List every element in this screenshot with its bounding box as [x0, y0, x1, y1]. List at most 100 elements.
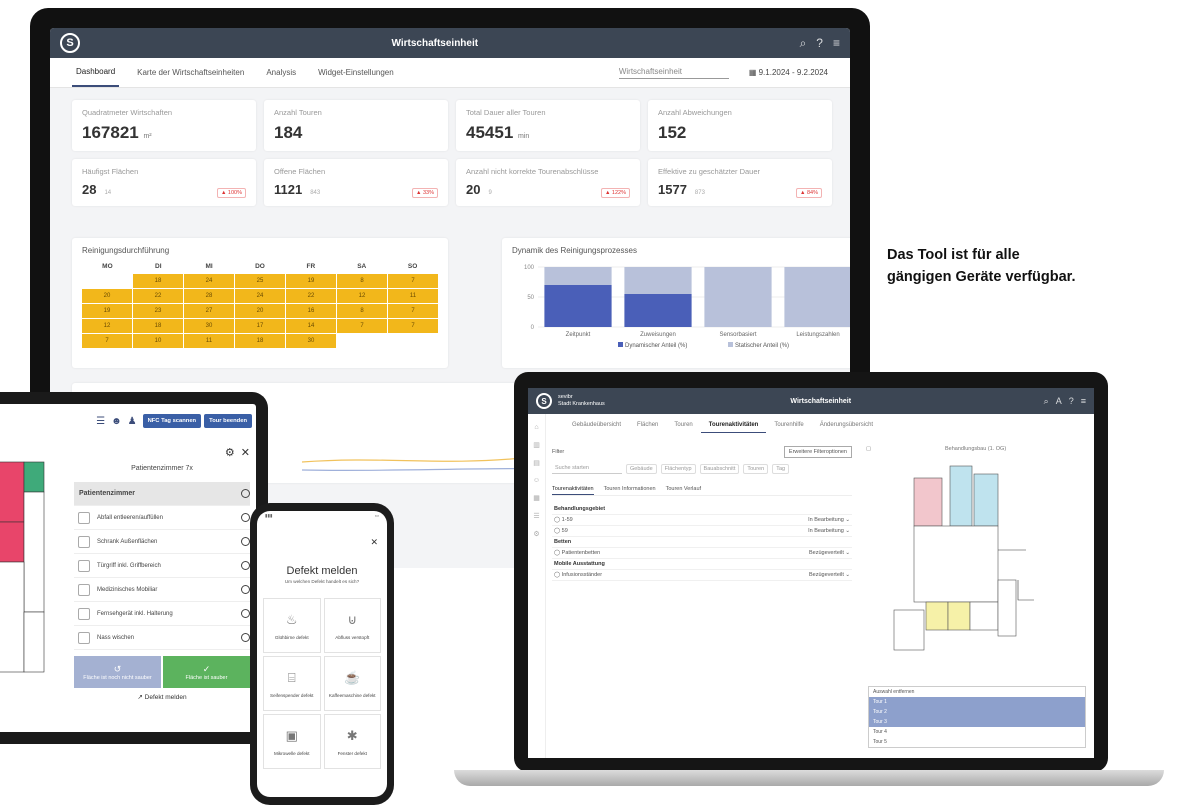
- menu-icon[interactable]: ≡: [833, 36, 840, 50]
- calendar-day[interactable]: 20: [235, 304, 285, 318]
- calendar-day[interactable]: 11: [184, 334, 234, 348]
- dropdown-option[interactable]: Tour 2: [869, 707, 1085, 717]
- tab-tourenaktivitaeten[interactable]: Tourenaktivitäten: [700, 418, 767, 433]
- calendar-day[interactable]: 10: [133, 334, 183, 348]
- filter-chip[interactable]: Flächentyp: [660, 464, 696, 474]
- dropdown-option[interactable]: Tour 3: [869, 717, 1085, 727]
- menu-icon[interactable]: ≡: [1081, 396, 1086, 406]
- user-icon[interactable]: ☺: [528, 477, 545, 484]
- checklist-icon[interactable]: ☰: [96, 416, 105, 427]
- filter-options-button[interactable]: Erweitere Filteroptionen: [783, 446, 852, 458]
- user-alert-icon[interactable]: ♟: [128, 416, 137, 427]
- table-row[interactable]: ◯ Infusionsständer Bezügeverteilt ⌄: [552, 569, 852, 581]
- dropdown-option[interactable]: Tour 5: [869, 737, 1085, 747]
- end-tour-button[interactable]: Tour beenden: [204, 414, 252, 428]
- calendar-day[interactable]: 12: [337, 289, 387, 303]
- language-icon[interactable]: A: [1056, 396, 1062, 406]
- filter-chip[interactable]: Tag: [772, 464, 790, 474]
- tab-tourenhilfe[interactable]: Tourenhilfe: [766, 418, 811, 433]
- tab-dashboard[interactable]: Dashboard: [72, 58, 120, 87]
- calendar-day[interactable]: 23: [133, 304, 183, 318]
- calendar-day[interactable]: 7: [388, 274, 438, 288]
- tab-widget-settings[interactable]: Widget-Einstellungen: [314, 59, 398, 86]
- table-group-row[interactable]: Mobile Ausstattung: [552, 558, 852, 570]
- radio-button[interactable]: [241, 561, 250, 570]
- radio-button[interactable]: [241, 489, 250, 498]
- defect-tile[interactable]: ♨ Glühbirne defekt: [263, 598, 321, 653]
- clean-button[interactable]: ✓ Fläche ist sauber: [163, 656, 250, 688]
- tab-aenderungen[interactable]: Änderungsübersicht: [812, 418, 881, 433]
- task-item[interactable]: Fernsehgerät inkl. Halterung: [74, 602, 250, 626]
- calendar-day[interactable]: 8: [337, 304, 387, 318]
- calendar-day[interactable]: 18: [133, 319, 183, 333]
- task-item[interactable]: Nass wischen: [74, 626, 250, 650]
- calendar-day[interactable]: 14: [286, 319, 336, 333]
- filter-chip[interactable]: Gebäude: [626, 464, 657, 474]
- calendar-day[interactable]: 28: [184, 289, 234, 303]
- calendar-day[interactable]: 24: [184, 274, 234, 288]
- tab-flaechen[interactable]: Flächen: [629, 418, 666, 433]
- tab-karte[interactable]: Karte der Wirtschaftseinheiten: [133, 59, 248, 86]
- calendar-day[interactable]: 16: [286, 304, 336, 318]
- tab-touren[interactable]: Touren: [666, 418, 700, 433]
- table-row[interactable]: ◯ Patientenbetten Bezügeverteilt ⌄: [552, 547, 852, 559]
- defect-tile[interactable]: ⌸ Seifenspender defekt: [263, 656, 321, 711]
- table-row[interactable]: ◯ 59 In Bearbeitung ⌄: [552, 525, 852, 537]
- help-icon[interactable]: ?: [816, 36, 823, 50]
- calendar-day[interactable]: 22: [286, 289, 336, 303]
- dropdown-option[interactable]: Auswahl entfernen: [869, 687, 1085, 697]
- table-group-row[interactable]: Behandlungsgebiet: [552, 504, 852, 515]
- calendar-icon[interactable]: ▦: [528, 494, 545, 502]
- dropdown-option[interactable]: Tour 4: [869, 727, 1085, 737]
- calendar-day[interactable]: 18: [235, 334, 285, 348]
- report-defect-link[interactable]: ↗ Defekt melden: [74, 693, 250, 701]
- task-item[interactable]: Türgriff inkl. Griffbereich: [74, 554, 250, 578]
- calendar-day[interactable]: 18: [133, 274, 183, 288]
- close-icon[interactable]: ✕: [241, 446, 250, 459]
- table-row[interactable]: ◯ 1-59 In Bearbeitung ⌄: [552, 514, 852, 526]
- calendar-day[interactable]: 7: [388, 319, 438, 333]
- help-icon[interactable]: ?: [1069, 396, 1074, 406]
- building-icon[interactable]: ▥: [528, 441, 545, 449]
- calendar-day[interactable]: 30: [184, 319, 234, 333]
- calendar-day[interactable]: 25: [235, 274, 285, 288]
- calendar-day[interactable]: 7: [82, 334, 132, 348]
- calendar-day[interactable]: 27: [184, 304, 234, 318]
- calendar-day[interactable]: 22: [133, 289, 183, 303]
- subtab-activities[interactable]: Tourenaktivitäten: [552, 484, 594, 495]
- search-icon[interactable]: ⌕: [800, 36, 807, 51]
- dropdown-option[interactable]: Tour 1: [869, 697, 1085, 707]
- team-icon[interactable]: ☻: [111, 416, 122, 427]
- tour-dropdown[interactable]: Auswahl entfernen Tour 1 Tour 2 Tour 3 T…: [868, 686, 1086, 748]
- task-item[interactable]: Abfall entleeren/auffüllen: [74, 506, 250, 530]
- task-item[interactable]: Schrank Außenflächen: [74, 530, 250, 554]
- home-icon[interactable]: ⌂: [528, 424, 545, 431]
- calendar-day[interactable]: 8: [337, 274, 387, 288]
- calendar-day[interactable]: 7: [337, 319, 387, 333]
- filter-chip[interactable]: Bauabschnitt: [699, 464, 740, 474]
- table-group-row[interactable]: Betten: [552, 536, 852, 548]
- calendar-day[interactable]: 20: [82, 289, 132, 303]
- plan-icon[interactable]: ▢: [866, 446, 871, 452]
- radio-button[interactable]: [241, 609, 250, 618]
- task-item[interactable]: Medizinisches Mobiliar: [74, 578, 250, 602]
- calendar-day[interactable]: 12: [82, 319, 132, 333]
- chart-icon[interactable]: ▤: [528, 459, 545, 467]
- search-input[interactable]: Suche starten: [552, 464, 622, 474]
- calendar-day[interactable]: 19: [286, 274, 336, 288]
- defect-tile[interactable]: ⊍ Abfluss verstopft: [323, 598, 381, 653]
- wirtschaftseinheit-select[interactable]: Wirtschaftseinheit: [618, 67, 729, 79]
- calendar-day[interactable]: 11: [388, 289, 438, 303]
- defect-tile[interactable]: ▣ Mikrowelle defekt: [263, 714, 321, 769]
- calendar-day[interactable]: 17: [235, 319, 285, 333]
- subtab-history[interactable]: Touren Verlauf: [666, 484, 701, 495]
- date-range-picker[interactable]: ▦ 9.1.2024 - 9.2.2024: [749, 68, 828, 77]
- tab-gebaeude[interactable]: Gebäudeübersicht: [564, 418, 629, 433]
- calendar-day[interactable]: 24: [235, 289, 285, 303]
- radio-button[interactable]: [241, 513, 250, 522]
- task-list-header[interactable]: Patientenzimmer: [74, 482, 250, 506]
- defect-tile[interactable]: ✱ Fenster defekt: [323, 714, 381, 769]
- radio-button[interactable]: [241, 633, 250, 642]
- filter-chip[interactable]: Touren: [743, 464, 769, 474]
- calendar-day[interactable]: 30: [286, 334, 336, 348]
